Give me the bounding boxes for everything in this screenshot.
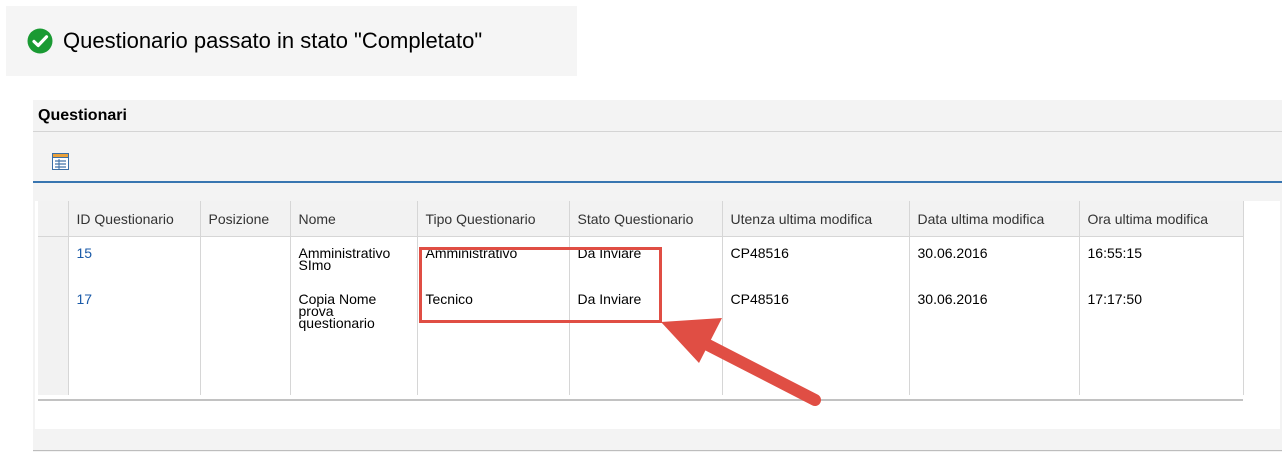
questionari-section: Questionari ID Questionario Posizione No… (33, 100, 1282, 452)
table-settings-icon[interactable] (52, 153, 69, 170)
column-header[interactable]: Nome (290, 201, 418, 237)
column-header[interactable]: Data ultima modifica (909, 201, 1080, 237)
ora-cell: 17:17:50 (1079, 283, 1244, 337)
section-title: Questionari (38, 107, 127, 124)
table-header-row: ID Questionario Posizione Nome Tipo Ques… (38, 201, 1244, 237)
section-bottom-divider (33, 450, 1282, 451)
stato-cell: Da Inviare (569, 283, 723, 337)
row-selector-header[interactable] (38, 201, 69, 237)
posizione-cell (200, 283, 291, 337)
table-row[interactable]: 15 Amministrativo SImo Amministrativo Da… (38, 236, 1244, 283)
column-header[interactable]: Tipo Questionario (417, 201, 570, 237)
questionari-table-container: ID Questionario Posizione Nome Tipo Ques… (35, 201, 1280, 429)
success-message-text: Questionario passato in stato "Completat… (63, 28, 483, 53)
success-message-bar: Questionario passato in stato "Completat… (6, 6, 577, 76)
data-cell: 30.06.2016 (909, 283, 1080, 337)
column-header[interactable]: Utenza ultima modifica (722, 201, 910, 237)
data-cell: 30.06.2016 (909, 236, 1080, 283)
row-selector (38, 337, 69, 395)
questionari-table: ID Questionario Posizione Nome Tipo Ques… (38, 201, 1244, 395)
ora-cell: 16:55:15 (1079, 236, 1244, 283)
column-header[interactable]: ID Questionario (68, 201, 201, 237)
table-row[interactable]: 17 Copia Nome prova questionario Tecnico… (38, 283, 1244, 337)
nome-cell: Copia Nome prova questionario (290, 283, 418, 337)
row-selector[interactable] (38, 283, 69, 337)
table-empty-row (38, 337, 1244, 395)
questionario-id-link[interactable]: 17 (68, 283, 201, 337)
table-bottom-border (38, 399, 1243, 401)
column-header[interactable]: Ora ultima modifica (1079, 201, 1244, 237)
toolbar-divider (33, 181, 1282, 183)
stato-cell: Da Inviare (569, 236, 723, 283)
row-selector[interactable] (38, 236, 69, 283)
nome-cell: Amministrativo SImo (290, 236, 418, 283)
posizione-cell (200, 236, 291, 283)
tipo-cell: Amministrativo (417, 236, 570, 283)
check-circle-icon (27, 28, 53, 54)
tipo-cell: Tecnico (417, 283, 570, 337)
questionario-id-link[interactable]: 15 (68, 236, 201, 283)
utenza-cell: CP48516 (722, 283, 910, 337)
utenza-cell: CP48516 (722, 236, 910, 283)
column-header[interactable]: Posizione (200, 201, 291, 237)
title-divider (33, 131, 1282, 132)
column-header[interactable]: Stato Questionario (569, 201, 723, 237)
